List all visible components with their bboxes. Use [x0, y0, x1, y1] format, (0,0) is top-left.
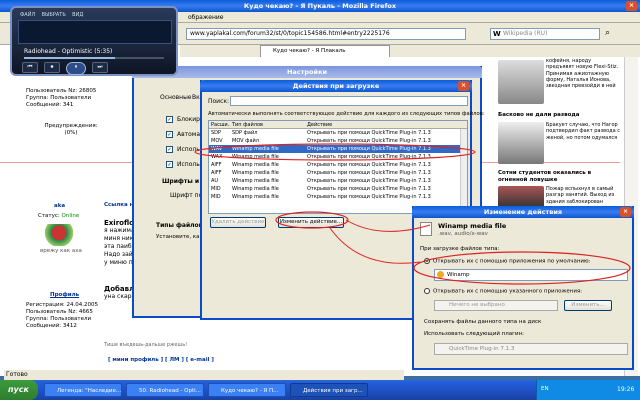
- annotation-ellipse-button: [275, 211, 349, 229]
- taskbar-item[interactable]: Легенда: "Наследие...: [44, 383, 122, 397]
- taskbar-item[interactable]: Кудо чекаю? - Я П...: [208, 383, 286, 397]
- annotation-ellipse-row: [194, 143, 476, 161]
- annotation-overlay: [194, 143, 631, 285]
- taskbar-item[interactable]: 50. Radiohead - Opti...: [126, 383, 204, 397]
- start-button[interactable]: пуск: [0, 380, 38, 400]
- language-indicator[interactable]: EN: [541, 386, 549, 392]
- clock[interactable]: 19:26: [617, 386, 634, 393]
- tray: EN 19:26: [536, 380, 640, 400]
- taskbar-item[interactable]: Действия при загр...: [290, 383, 368, 397]
- annotation-arrow-1: [345, 219, 431, 232]
- taskbar: пуск Легенда: "Наследие... 50. Radiohead …: [0, 380, 640, 400]
- annotation-ellipse-default: [413, 251, 631, 285]
- annotation-arrow-2: [329, 227, 421, 264]
- firefox-status-text: Готово: [4, 370, 404, 380]
